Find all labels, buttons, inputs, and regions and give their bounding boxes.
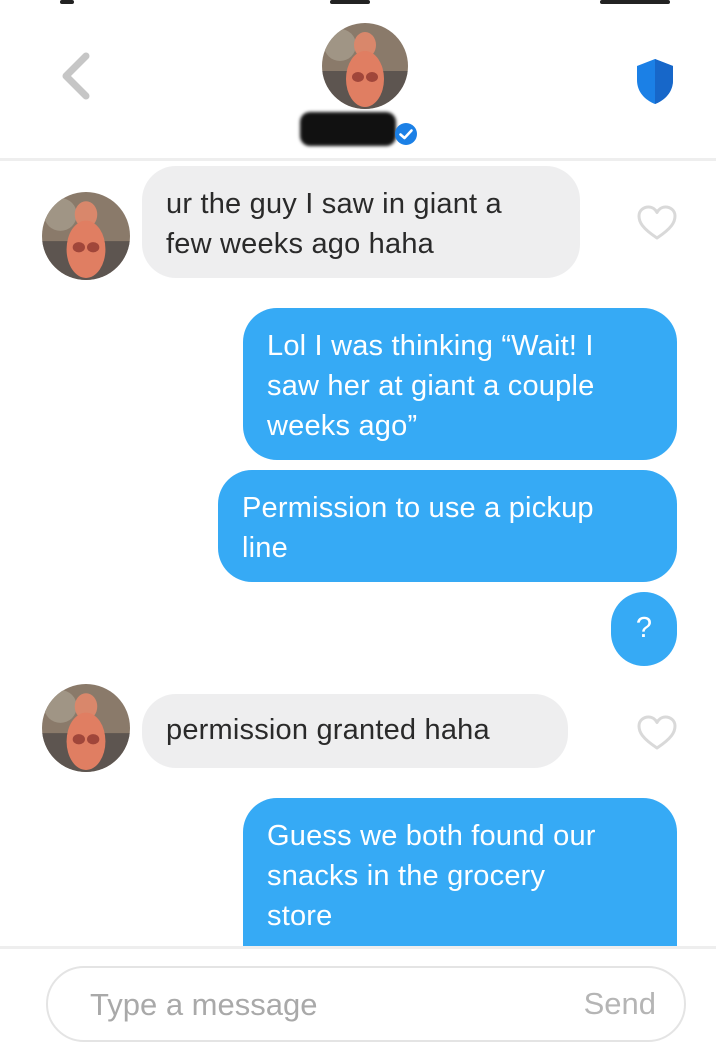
send-button[interactable]: Send [584, 968, 656, 1040]
verified-check-icon [395, 123, 417, 145]
message-bubble-incoming[interactable]: permission granted haha [142, 694, 568, 768]
safety-button[interactable] [632, 56, 678, 106]
sender-avatar[interactable] [42, 192, 130, 280]
message-input[interactable] [88, 968, 532, 1042]
status-signal [60, 0, 74, 4]
header-divider [0, 158, 716, 161]
message-bubble-outgoing[interactable]: Guess we both found our snacks in the gr… [243, 798, 677, 948]
heart-icon [637, 715, 677, 750]
avatar-photo [42, 684, 130, 772]
like-message-button[interactable] [636, 714, 678, 752]
back-button[interactable] [52, 46, 102, 106]
chevron-left-icon [62, 52, 90, 100]
redacted-name [300, 112, 396, 146]
sender-avatar[interactable] [42, 684, 130, 772]
avatar-photo [42, 192, 130, 280]
heart-icon [637, 205, 677, 240]
status-battery [600, 0, 670, 4]
status-time [330, 0, 370, 4]
match-avatar[interactable] [322, 23, 408, 109]
avatar-photo [322, 23, 408, 109]
message-bubble-outgoing[interactable]: Permission to use a pickup line [218, 470, 677, 582]
like-message-button[interactable] [636, 204, 678, 242]
message-bubble-incoming[interactable]: ur the guy I saw in giant a few weeks ag… [142, 166, 580, 278]
status-bar [0, 0, 716, 8]
chat-header [0, 8, 716, 158]
message-bubble-outgoing[interactable]: Lol I was thinking “Wait! I saw her at g… [243, 308, 677, 460]
composer-divider [0, 946, 716, 949]
message-bubble-outgoing[interactable]: ? [611, 592, 677, 666]
message-composer: Send [46, 966, 686, 1042]
shield-icon [637, 59, 673, 104]
